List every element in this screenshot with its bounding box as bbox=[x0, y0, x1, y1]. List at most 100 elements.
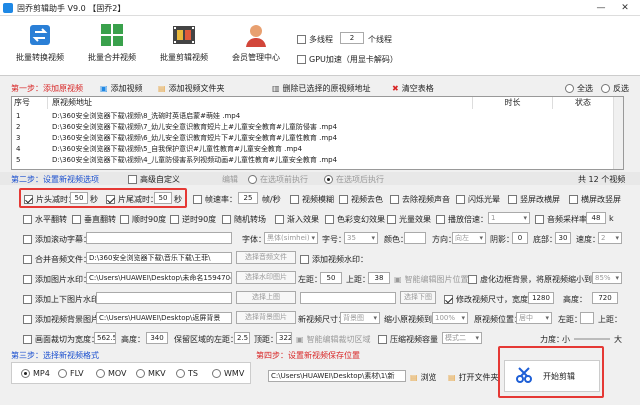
table-vscrollbar[interactable] bbox=[613, 97, 623, 169]
gpu-checkbox[interactable]: GPU加速（用显卡解码） bbox=[297, 54, 398, 65]
ccw90-checkbox[interactable]: 逆时90度 bbox=[170, 214, 216, 225]
subtitle-input[interactable] bbox=[86, 232, 232, 244]
select-audio-button[interactable]: 选择音频文件 bbox=[236, 251, 296, 264]
invert-radio-dot[interactable] bbox=[601, 84, 610, 93]
smart-image-wm-button[interactable]: ▣ 智能编辑图片位置 bbox=[394, 274, 469, 285]
col-path-header[interactable]: 原视频地址 bbox=[48, 97, 473, 109]
light-effect-check[interactable] bbox=[387, 215, 396, 224]
before-radio-dot[interactable] bbox=[248, 175, 257, 184]
p2l-check[interactable] bbox=[508, 195, 517, 204]
tb-image-check[interactable] bbox=[23, 295, 32, 304]
tail-cut-check[interactable] bbox=[106, 195, 115, 204]
fadein-checkbox[interactable]: 渐入效果 bbox=[275, 214, 319, 225]
subtitle-check[interactable] bbox=[23, 235, 32, 244]
portrait-to-landscape-checkbox[interactable]: 竖屏改横屏 bbox=[508, 194, 560, 205]
col-duration-header[interactable]: 时长 bbox=[473, 97, 553, 109]
audio-path-input[interactable]: D:\360安全浏览器下载\音乐下载\王菲\ bbox=[86, 252, 232, 264]
after-radio-dot[interactable] bbox=[324, 175, 333, 184]
blur-bg-checkbox[interactable]: 虚化边框背景，将原视频缩小到： bbox=[468, 274, 600, 285]
bottom-input[interactable]: 30 bbox=[555, 232, 571, 244]
after-radio[interactable]: 在选项后执行 bbox=[324, 174, 384, 185]
delete-selected-button[interactable]: ▥ 删除已选择的原视频地址 bbox=[272, 83, 371, 94]
clear-table-button[interactable]: ✖ 清空表格 bbox=[392, 83, 434, 94]
position-select[interactable]: 居中 bbox=[516, 312, 552, 324]
l2p-check[interactable] bbox=[569, 195, 578, 204]
table-row[interactable]: 5 D:\360安全浏览器下载\视频\4_儿童防侵害系列视频动画#儿童性教育#儿童… bbox=[12, 155, 623, 166]
video-watermark-check[interactable] bbox=[300, 255, 309, 264]
convert-video-button[interactable]: 批量转换视频 bbox=[8, 22, 72, 63]
light-effect-checkbox[interactable]: 光量效果 bbox=[387, 214, 431, 225]
modify-size-check[interactable] bbox=[444, 295, 453, 304]
top-image-input[interactable] bbox=[96, 292, 232, 304]
scroll-speed-select[interactable]: 2 bbox=[598, 232, 622, 244]
tb-image-checkbox[interactable]: 添加上下图片水印： bbox=[23, 294, 107, 305]
compress-checkbox[interactable]: 压缩视频容量 bbox=[378, 334, 438, 345]
crop-check[interactable] bbox=[23, 335, 32, 344]
merge-audio-checkbox[interactable]: 合并音频文件： bbox=[23, 254, 91, 265]
advanced-check[interactable] bbox=[128, 175, 137, 184]
before-radio[interactable]: 在选项前执行 bbox=[248, 174, 308, 185]
merge-video-button[interactable]: 批量合并视频 bbox=[80, 22, 144, 63]
table-row[interactable]: 3 D:\360安全浏览器下载\视频\6_幼儿安全意识教育短片下#儿童安全教育#儿… bbox=[12, 133, 623, 144]
format-mp4[interactable]: MP4 bbox=[21, 369, 50, 378]
head-cut-input[interactable]: 50 bbox=[70, 192, 88, 204]
bg-image-checkbox[interactable]: 添加视频背景图片： bbox=[23, 314, 107, 325]
merge-audio-check[interactable] bbox=[23, 255, 32, 264]
select-image-watermark-button[interactable]: 选择水印图片 bbox=[236, 271, 296, 284]
color-effect-check[interactable] bbox=[325, 215, 334, 224]
shadow-input[interactable]: 0 bbox=[512, 232, 528, 244]
glow-check[interactable] bbox=[456, 195, 465, 204]
image-watermark-checkbox[interactable]: 添加图片水印： bbox=[23, 274, 91, 285]
cw90-checkbox[interactable]: 顺时90度 bbox=[120, 214, 166, 225]
blur-check[interactable] bbox=[290, 195, 299, 204]
keep-left-input[interactable]: 2.5 bbox=[234, 332, 250, 344]
transition-checkbox[interactable]: 随机转场 bbox=[222, 214, 266, 225]
select-bottom-image-button[interactable]: 选择下图 bbox=[400, 291, 436, 304]
vflip-check[interactable] bbox=[72, 215, 81, 224]
speed-check[interactable] bbox=[436, 215, 445, 224]
new-height-input[interactable]: 720 bbox=[592, 292, 618, 304]
subtitle-checkbox[interactable]: 添加滚动字幕： bbox=[23, 234, 91, 245]
tail-cut-checkbox[interactable]: 片尾减时： bbox=[106, 194, 158, 205]
multithread-check[interactable] bbox=[297, 35, 306, 44]
decolor-check[interactable] bbox=[339, 195, 348, 204]
fps-check[interactable] bbox=[193, 195, 202, 204]
sample-rate-input[interactable]: 48 bbox=[586, 212, 606, 224]
hflip-checkbox[interactable]: 水平翻转 bbox=[23, 214, 67, 225]
color-picker[interactable] bbox=[404, 232, 426, 244]
col-status-header[interactable]: 状态 bbox=[553, 97, 613, 109]
landscape-to-portrait-checkbox[interactable]: 横屏改竖屏 bbox=[569, 194, 621, 205]
bg-path-input[interactable]: C:\Users\HUAWEI\Desktop\返屏背景 bbox=[96, 312, 232, 324]
img-left-input[interactable]: 50 bbox=[320, 272, 342, 284]
member-center-button[interactable]: 会员管理中心 bbox=[224, 22, 288, 63]
tail-cut-input[interactable]: 50 bbox=[154, 192, 172, 204]
fps-checkbox[interactable]: 帧速率： bbox=[193, 194, 237, 205]
invert-radio[interactable]: 反选 bbox=[601, 83, 629, 94]
glow-checkbox[interactable]: 闪烁光晕 bbox=[456, 194, 500, 205]
edit-link[interactable]: 编辑 bbox=[222, 174, 238, 185]
threads-input[interactable]: 2 bbox=[340, 32, 364, 44]
browse-button[interactable]: ▤ 浏览 bbox=[410, 372, 437, 383]
crop-height-input[interactable]: 340 bbox=[146, 332, 168, 344]
format-ts-radio[interactable] bbox=[176, 369, 185, 378]
format-mov[interactable]: MOV bbox=[96, 369, 127, 378]
format-mp4-radio[interactable] bbox=[21, 369, 30, 378]
sample-rate-check[interactable] bbox=[535, 215, 544, 224]
format-wmv-radio[interactable] bbox=[212, 369, 221, 378]
select-all-radio-dot[interactable] bbox=[565, 84, 574, 93]
image-watermark-check[interactable] bbox=[23, 275, 32, 284]
img-top-input[interactable]: 38 bbox=[368, 272, 390, 284]
size-select[interactable]: 35 bbox=[344, 232, 378, 244]
direction-select[interactable]: 向左 bbox=[452, 232, 486, 244]
format-flv-radio[interactable] bbox=[58, 369, 67, 378]
color-effect-checkbox[interactable]: 色彩变幻效果 bbox=[325, 214, 385, 225]
compress-mode-select[interactable]: 模式二 bbox=[442, 332, 482, 344]
hflip-check[interactable] bbox=[23, 215, 32, 224]
font-select[interactable]: 黑体(simhei) bbox=[264, 232, 318, 244]
col-num-header[interactable]: 序号 bbox=[12, 97, 48, 109]
table-row[interactable]: 2 D:\360安全浏览器下载\视频\7_幼儿安全意识教育短片上#儿童安全教育#儿… bbox=[12, 122, 623, 133]
format-mkv[interactable]: MKV bbox=[136, 369, 166, 378]
mute-checkbox[interactable]: 去除视频声音 bbox=[390, 194, 450, 205]
close-button[interactable]: ✕ bbox=[614, 2, 636, 14]
new-size-select[interactable]: 背景图 bbox=[340, 312, 380, 324]
